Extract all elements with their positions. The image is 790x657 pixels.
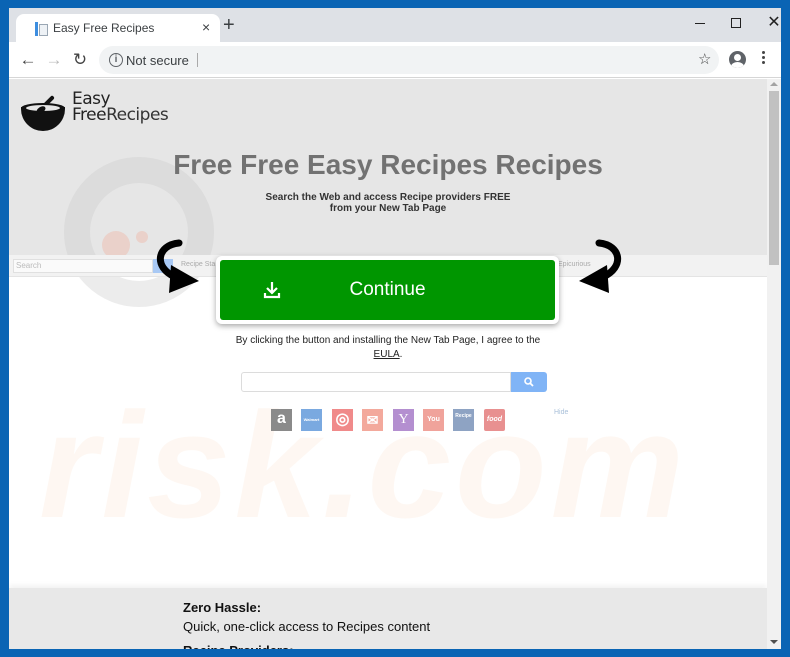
feature-description: Quick, one-click access to Recipes conte… xyxy=(183,619,431,634)
favicon-icon xyxy=(35,22,48,36)
window-close-button[interactable]: ✕ xyxy=(759,12,781,34)
search-icon xyxy=(524,377,534,387)
watermark-dot xyxy=(136,231,148,243)
subline-1: Search the Web and access Recipe provide… xyxy=(265,192,511,203)
curved-arrow-right-icon xyxy=(156,239,199,293)
bookmark-star-icon[interactable]: ☆ xyxy=(698,50,711,68)
forward-button[interactable]: → xyxy=(43,49,65,71)
profile-icon[interactable] xyxy=(729,51,746,68)
shortcut-target-icon[interactable]: ◎ xyxy=(332,409,353,431)
agreement-sentence: By clicking the button and installing th… xyxy=(235,335,541,346)
continue-button[interactable]: Continue xyxy=(220,260,555,320)
address-bar[interactable]: i Not secure ☆ xyxy=(99,46,719,74)
browser-window: Easy Free Recipes × + ✕ ← → ↻ i Not secu… xyxy=(9,8,781,649)
scroll-down-arrow-icon[interactable] xyxy=(770,640,778,644)
eula-link[interactable]: EULA xyxy=(374,349,400,360)
logo-free: Free xyxy=(72,105,107,125)
shortcut-amazon-icon[interactable]: a xyxy=(271,409,292,431)
logo-text: Easy FreeRecipes xyxy=(72,91,169,125)
back-button[interactable]: ← xyxy=(17,49,39,71)
tab-title: Easy Free Recipes xyxy=(53,21,155,35)
shortcut-food-network-icon[interactable]: food xyxy=(484,409,505,431)
web-page: risk.com Easy FreeRecipes Free Free Easy… xyxy=(9,79,767,649)
logo-recipes: Recipes xyxy=(106,105,169,125)
shortcut-walmart-icon[interactable]: Walmart xyxy=(301,409,322,431)
page-headline: Free Free Easy Recipes Recipes xyxy=(173,149,603,180)
watermark-text: risk.com xyxy=(39,381,688,549)
new-tab-button[interactable]: + xyxy=(223,15,235,35)
continue-label: Continue xyxy=(349,279,426,300)
feature-title: Recipe Providers: xyxy=(183,643,294,649)
page-subheadline: Search the Web and access Recipe provide… xyxy=(9,192,767,214)
newtab-search-button[interactable] xyxy=(511,372,547,392)
hide-shortcuts-link[interactable]: Hide xyxy=(554,409,568,416)
maximize-button[interactable] xyxy=(721,12,751,34)
agreement-text: By clicking the button and installing th… xyxy=(9,334,767,362)
agreement-period: . xyxy=(399,349,403,360)
subline-2: from your New Tab Page xyxy=(329,203,447,214)
site-logo[interactable]: Easy FreeRecipes xyxy=(21,87,171,135)
preview-search-field: Search xyxy=(13,259,153,273)
tab-easy-free-recipes[interactable]: Easy Free Recipes × xyxy=(16,14,220,42)
scroll-up-arrow-icon[interactable] xyxy=(770,82,778,86)
tab-strip: Easy Free Recipes × + ✕ xyxy=(9,8,781,42)
minimize-button[interactable] xyxy=(685,12,715,34)
info-icon[interactable]: i xyxy=(109,53,123,67)
browser-toolbar: ← → ↻ i Not secure ☆ xyxy=(9,42,781,78)
address-separator xyxy=(197,53,198,67)
continue-button-frame: Continue xyxy=(216,256,559,324)
newtab-search-input[interactable] xyxy=(241,372,511,392)
reload-button[interactable]: ↻ xyxy=(69,49,91,71)
shortcut-yahoo-icon[interactable]: Y xyxy=(393,409,414,431)
shortcut-youtube-icon[interactable]: You xyxy=(423,409,444,431)
security-label[interactable]: Not secure xyxy=(126,53,189,68)
feature-title: Zero Hassle: xyxy=(183,600,262,615)
tab-close-icon[interactable]: × xyxy=(202,19,210,35)
scroll-thumb[interactable] xyxy=(769,91,779,265)
features-section: Zero Hassle: Quick, one-click access to … xyxy=(9,588,767,649)
shortcut-recipes-icon[interactable]: Recipe xyxy=(453,409,474,431)
page-scrollbar[interactable] xyxy=(767,79,781,649)
kebab-menu-icon[interactable] xyxy=(758,49,768,69)
shortcut-gmail-icon[interactable]: ✉ xyxy=(362,409,383,431)
curved-arrow-left-icon xyxy=(579,239,622,293)
